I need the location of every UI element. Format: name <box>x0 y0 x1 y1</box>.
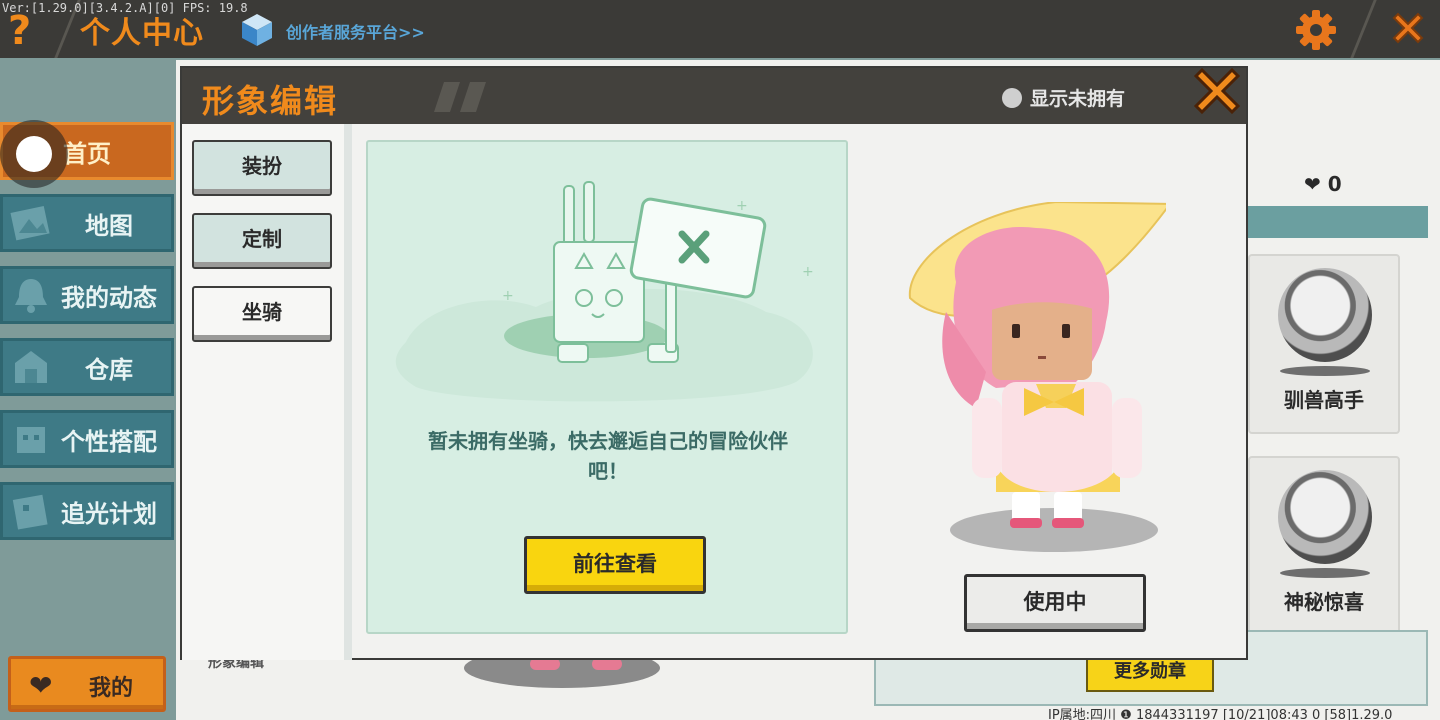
map-icon <box>10 205 50 241</box>
creator-platform-link[interactable]: 创作者服务平台>> <box>286 19 425 43</box>
top-bar: ? Ver:[1.29.0][3.4.2.A][0] FPS: 19.8 个人中… <box>0 0 1440 58</box>
tamer-medal-icon <box>1278 268 1372 362</box>
sidebar-item-label: 我的动态 <box>61 283 157 312</box>
svg-text:+: + <box>736 198 748 214</box>
bell-icon <box>15 279 47 313</box>
my-button[interactable]: ❤ 我的 <box>8 656 166 712</box>
warehouse-icon <box>15 351 47 383</box>
sidebar-item-plan[interactable]: 追光计划 <box>0 482 174 540</box>
svg-text:+: + <box>802 264 814 280</box>
empty-mascot-illustration: + + + <box>395 181 814 402</box>
heart-icon: ❤ <box>29 669 53 702</box>
cube-icon[interactable] <box>240 12 274 48</box>
sidebar-item-label: 追光计划 <box>61 499 157 528</box>
modal-header: 形象编辑 显示未拥有 <box>182 67 1246 124</box>
close-icon[interactable] <box>1388 8 1428 48</box>
badge-card-surprise[interactable]: 神秘惊喜 <box>1248 456 1400 636</box>
status-footer: IP属地:四川 ❶ 1844331197 [10/21]08:43 0 [58]… <box>1048 708 1393 720</box>
tab-mount[interactable]: 坐骑 <box>192 286 332 342</box>
outfit-icon <box>17 427 45 453</box>
appearance-edit-modal: 形象编辑 显示未拥有 装扮 定制 坐骑 + + + 暂未拥有坐骑，快去邂逅自己的… <box>180 66 1248 660</box>
badge-section-header <box>1246 206 1428 238</box>
floating-ball-toggle[interactable] <box>0 120 68 188</box>
show-unowned-label: 显示未拥有 <box>1030 88 1126 110</box>
badge-card-tamer[interactable]: 驯兽高手 <box>1248 254 1400 434</box>
likes-count: 0 <box>1327 172 1342 196</box>
gear-icon[interactable] <box>1294 8 1338 52</box>
radio-icon[interactable] <box>1002 87 1022 108</box>
empty-mount-panel: + + + 暂未拥有坐骑，快去邂逅自己的冒险伙伴吧！ 前往查看 <box>366 140 848 634</box>
svg-text:+: + <box>502 288 514 304</box>
tab-custom[interactable]: 定制 <box>192 213 332 269</box>
close-icon[interactable] <box>1188 62 1246 120</box>
in-use-button[interactable]: 使用中 <box>964 574 1146 632</box>
likes-counter: ❤ 0 <box>1304 172 1342 196</box>
sidebar-item-outfit[interactable]: 个性搭配 <box>0 410 174 468</box>
empty-mount-message: 暂未拥有坐骑，快去邂逅自己的冒险伙伴吧！ <box>428 429 788 483</box>
modal-title: 形象编辑 <box>202 82 339 120</box>
page-title: 个人中心 <box>80 16 204 51</box>
sidebar-item-activity[interactable]: 我的动态 <box>0 266 174 324</box>
category-tab-list: 装扮 定制 坐骑 <box>182 124 352 660</box>
badge-label: 神秘惊喜 <box>1284 590 1364 614</box>
character-avatar <box>908 202 1166 552</box>
tab-dressup[interactable]: 装扮 <box>192 140 332 196</box>
badge-label: 驯兽高手 <box>1284 388 1364 412</box>
plan-icon <box>12 494 48 530</box>
sidebar-item-label: 仓库 <box>85 355 133 384</box>
gift-medal-icon <box>1278 470 1372 564</box>
my-button-label: 我的 <box>89 676 134 701</box>
sidebar-item-label: 个性搭配 <box>61 427 157 456</box>
goto-view-button[interactable]: 前往查看 <box>524 536 706 594</box>
sidebar-item-map[interactable]: 地图 <box>0 194 174 252</box>
sidebar-item-warehouse[interactable]: 仓库 <box>0 338 174 396</box>
sidebar-item-label: 地图 <box>85 211 133 240</box>
show-unowned-toggle[interactable]: 显示未拥有 <box>1002 84 1125 111</box>
header-stripes-decoration <box>434 82 486 112</box>
heart-icon: ❤ <box>1304 172 1321 196</box>
